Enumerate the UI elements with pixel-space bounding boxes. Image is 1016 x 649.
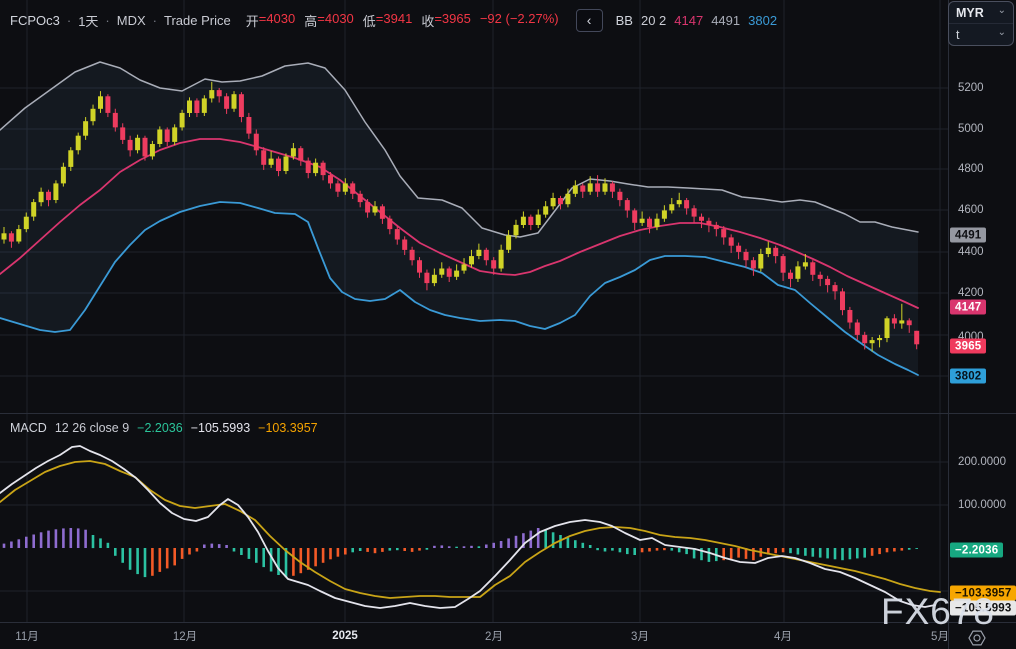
timezone-settings-icon[interactable] xyxy=(967,629,987,647)
bb-indicator-legend[interactable]: BB 20 2 4147 4491 3802 xyxy=(616,13,777,28)
time-tick-label: 11月 xyxy=(15,631,39,643)
time-tick-label: 2月 xyxy=(485,631,503,643)
symbol-name: FCPOc3 xyxy=(10,12,60,28)
open-value: =4030 xyxy=(258,10,296,26)
axis-tick-label: 200.0000 xyxy=(958,456,1006,468)
time-tick-label: 12月 xyxy=(172,631,198,643)
separator-dot: · xyxy=(105,12,110,28)
separator-dot: · xyxy=(152,12,157,28)
macd-signal-value: −103.3957 xyxy=(258,421,318,435)
separator-dot: · xyxy=(66,12,72,28)
axis-tick-label: 5200 xyxy=(958,82,984,94)
price-badge: −2.2036 xyxy=(950,542,1004,558)
axis-tick-label: 4200 xyxy=(958,287,984,299)
bb-basis-value: 4147 xyxy=(674,12,704,28)
bb-name: BB xyxy=(615,12,633,28)
high-label: 高 xyxy=(304,13,318,29)
macd-name: MACD xyxy=(10,421,47,435)
chevron-left-icon: ‹ xyxy=(586,12,592,28)
open-label: 开 xyxy=(245,13,259,29)
close-label: 收 xyxy=(421,13,435,29)
legend-collapse-button[interactable]: ‹ xyxy=(575,8,603,32)
unit-value: t xyxy=(956,27,960,42)
bb-params: 20 2 xyxy=(640,12,667,28)
time-tick-label: 2025 xyxy=(332,630,358,642)
change-value: −92 (−2.27%) xyxy=(479,10,559,26)
macd-line-value: −105.5993 xyxy=(190,421,251,435)
price-axis[interactable]: 5200 5000 4800 4600 4400 4200 4000 200.0000 100.… xyxy=(949,0,1016,622)
low-value: =3941 xyxy=(375,10,413,26)
high-value: =4030 xyxy=(317,10,354,26)
price-badge: 3965 xyxy=(950,338,987,354)
chevron-down-icon: ⌄ xyxy=(997,26,1006,38)
bb-lower-value: 3802 xyxy=(748,12,778,28)
price-badge: −105.5993 xyxy=(950,600,1016,616)
macd-params: 12 26 close 9 xyxy=(54,421,130,435)
axis-unit-widget: MYR ⌄ t ⌄ xyxy=(948,1,1014,46)
low-label: 低 xyxy=(362,13,376,29)
price-badge: −103.3957 xyxy=(950,585,1016,601)
pane-separator[interactable] xyxy=(0,413,1016,414)
axis-tick-label: 4600 xyxy=(958,204,984,216)
chart-canvas[interactable] xyxy=(0,0,1016,649)
bb-upper-value: 4491 xyxy=(711,12,741,28)
time-tick-label: 3月 xyxy=(631,631,649,643)
macd-indicator-legend[interactable]: MACD 12 26 close 9 −2.2036 −105.5993 −10… xyxy=(10,421,318,435)
time-axis[interactable]: 11月 12月 2025 2月 3月 4月 5月 xyxy=(0,623,1016,649)
axis-tick-label: 4800 xyxy=(958,163,984,175)
currency-dropdown[interactable]: MYR ⌄ xyxy=(949,2,1013,23)
price-badge: 4491 xyxy=(950,227,987,243)
time-tick-label: 4月 xyxy=(774,631,792,643)
interval-label: 1天 xyxy=(78,13,99,29)
price-badge: 4147 xyxy=(950,299,987,315)
currency-value: MYR xyxy=(956,5,984,20)
chart-app: FCPOc3 · 1天 · MDX · Trade Price 开 =4030 高… xyxy=(0,0,1016,649)
ohlc-values: 开 =4030 高 =4030 低 =3941 收 =3965 −92 (−2.27%) xyxy=(246,11,559,30)
time-tick-label: 5月 xyxy=(931,631,949,643)
close-value: =3965 xyxy=(434,10,471,26)
macd-hist-value: −2.2036 xyxy=(137,421,183,435)
axis-tick-label: 4400 xyxy=(958,246,984,258)
exchange-label: MDX xyxy=(116,12,146,28)
unit-dropdown[interactable]: t ⌄ xyxy=(949,23,1013,45)
main-legend[interactable]: FCPOc3 · 1天 · MDX · Trade Price 开 =4030 高… xyxy=(10,8,777,32)
series-type-label: Trade Price xyxy=(164,12,231,28)
chevron-down-icon: ⌄ xyxy=(997,4,1006,16)
price-badge: 3802 xyxy=(950,368,987,384)
axis-tick-label: 5000 xyxy=(958,123,984,135)
axis-tick-label: 100.0000 xyxy=(958,499,1006,511)
